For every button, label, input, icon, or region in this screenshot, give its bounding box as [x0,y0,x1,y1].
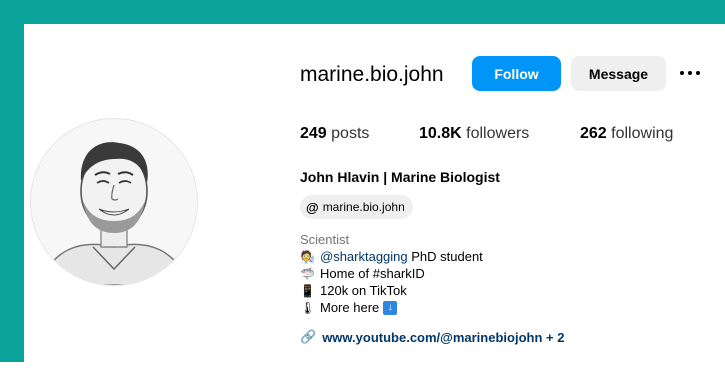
bio-line-2: 🦈 Home of #sharkID [300,266,425,281]
threads-badge[interactable]: @ marine.bio.john [300,195,413,219]
phone-emoji-icon: 📱 [300,283,315,298]
posts-count: 249 [300,125,327,142]
profile-username: marine.bio.john [300,63,444,86]
bio-line-2-text: Home of #sharkID [320,266,425,281]
following-label: following [611,125,674,142]
following-count: 262 [580,125,607,142]
message-button[interactable]: Message [571,56,666,91]
followers-label: followers [466,125,530,142]
avatar-illustration [31,119,197,285]
bio-line-3-text: 120k on TikTok [320,283,407,298]
followers-count: 10.8K [419,125,462,142]
followers-stat[interactable]: 10.8K followers [419,125,529,143]
posts-label: posts [331,125,370,142]
red-marker-emoji-icon: 🌡 [300,300,316,315]
frame-left-bar [0,0,24,362]
link-icon: 🔗 [300,329,317,344]
following-stat[interactable]: 262 following [580,125,673,143]
bio-line-4-text: More here [320,300,380,315]
bio-line-1-text: PhD student [407,249,483,264]
down-arrow-emoji-icon: ↓ [383,300,398,315]
bio-line-3: 📱 120k on TikTok [300,283,407,298]
profile-links[interactable]: 🔗 www.youtube.com/@marinebiojohn + 2 [300,329,564,345]
profile-link-text[interactable]: www.youtube.com/@marinebiojohn + 2 [322,330,564,345]
avatar[interactable] [30,118,198,286]
bottom-strip [0,362,725,388]
posts-stat: 249 posts [300,125,369,143]
bio-line-4: 🌡 More here ↓ [300,300,398,315]
frame-top-bar [0,0,725,24]
more-options-icon[interactable] [680,68,702,78]
threads-icon: @ [306,199,319,215]
bio-line-1: 🧑‍🔬 @sharktagging PhD student [300,249,483,264]
profile-category: Scientist [300,232,350,247]
scientist-emoji-icon: 🧑‍🔬 [300,249,315,264]
shark-emoji-icon: 🦈 [300,266,315,281]
profile-full-name: John Hlavin | Marine Biologist [300,169,500,185]
sharktagging-mention[interactable]: @sharktagging [320,249,408,264]
follow-button[interactable]: Follow [472,56,561,91]
threads-handle: marine.bio.john [322,200,405,214]
